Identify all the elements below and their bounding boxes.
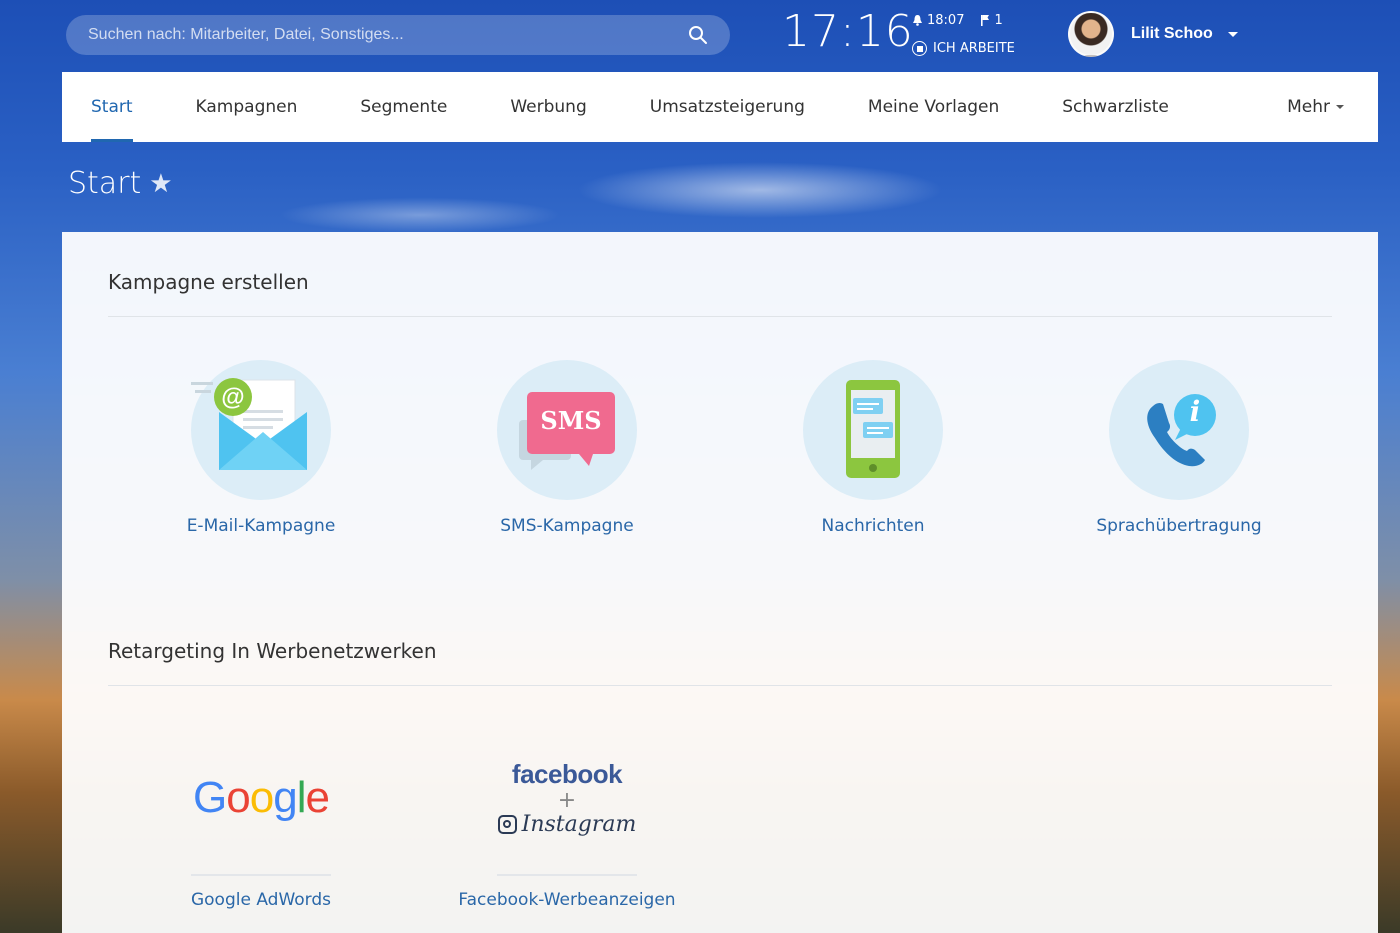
phone-info-icon[interactable]: i [1109, 360, 1249, 500]
chevron-down-icon[interactable] [1227, 31, 1238, 37]
stop-icon [912, 41, 927, 56]
content-panel: Kampagne erstellen @ E-Mail-Kampagne SMS… [62, 232, 1378, 933]
info-badge: i [1189, 395, 1201, 428]
page-title: Start ★ [68, 166, 173, 201]
clock-info: 18:07 1 ICH ARBEITE [912, 12, 1015, 56]
tab-schwarzliste[interactable]: Schwarzliste [1062, 72, 1169, 142]
section-title-campaign: Kampagne erstellen [108, 270, 309, 294]
tile-label[interactable]: SMS-Kampagne [467, 516, 667, 536]
divider [191, 874, 331, 876]
tab-segmente[interactable]: Segmente [360, 72, 447, 142]
chevron-down-icon [1336, 105, 1344, 109]
tile-label[interactable]: E-Mail-Kampagne [161, 516, 361, 536]
instagram-icon [497, 815, 517, 834]
user-menu[interactable]: Lilit Schoo [1068, 11, 1238, 57]
tile-google-adwords[interactable]: Google Google AdWords [141, 748, 381, 910]
sms-icon[interactable]: SMS [497, 360, 637, 500]
section-title-retargeting: Retargeting In Werbenetzwerken [108, 639, 437, 663]
google-logo[interactable]: Google [141, 748, 381, 848]
work-status-label: ICH ARBEITE [933, 41, 1015, 56]
main-nav: Start Kampagnen Segmente Werbung Umsatzs… [62, 72, 1378, 142]
tile-facebook-ads[interactable]: facebook + Instagram Facebook-Werbeanzei… [447, 748, 687, 910]
tile-sms-campaign[interactable]: SMS SMS-Kampagne [467, 360, 667, 536]
flag-count: 1 [994, 12, 1003, 28]
search-bar[interactable]: Suchen nach: Mitarbeiter, Datei, Sonstig… [66, 15, 730, 55]
tile-label[interactable]: Nachrichten [773, 516, 973, 536]
tile-label[interactable]: Google AdWords [141, 890, 381, 910]
search-input[interactable]: Suchen nach: Mitarbeiter, Datei, Sonstig… [88, 26, 688, 44]
tab-meine-vorlagen[interactable]: Meine Vorlagen [868, 72, 999, 142]
more-menu-button[interactable]: Mehr [1287, 72, 1344, 142]
sms-badge: SMS [540, 406, 602, 435]
work-status[interactable]: ICH ARBEITE [912, 41, 1015, 56]
divider [497, 874, 637, 876]
google-wordmark-text: Google [193, 773, 330, 822]
flag-icon [981, 15, 990, 26]
clock-time[interactable]: 17:16 [782, 6, 914, 57]
email-icon[interactable]: @ [191, 360, 331, 500]
tile-messages[interactable]: Nachrichten [773, 360, 973, 536]
tab-kampagnen[interactable]: Kampagnen [196, 72, 298, 142]
tile-email-campaign[interactable]: @ E-Mail-Kampagne [161, 360, 361, 536]
avatar[interactable] [1068, 11, 1114, 57]
google-wordmark: Google [193, 773, 330, 823]
plus-sign: + [557, 788, 577, 813]
tile-voice-broadcast[interactable]: i Sprachübertragung [1079, 360, 1279, 536]
tab-werbung[interactable]: Werbung [510, 72, 586, 142]
search-icon[interactable] [688, 25, 708, 45]
top-bar: Suchen nach: Mitarbeiter, Datei, Sonstig… [0, 0, 1400, 72]
bell-icon [913, 15, 922, 26]
divider [108, 685, 1332, 686]
divider [108, 316, 1332, 317]
svg-text:@: @ [221, 384, 244, 411]
instagram-wordmark: Instagram [521, 812, 637, 837]
star-icon[interactable]: ★ [149, 169, 172, 199]
tab-umsatzsteigerung[interactable]: Umsatzsteigerung [650, 72, 805, 142]
page-title-text: Start [68, 166, 142, 201]
tile-label[interactable]: Sprachübertragung [1079, 516, 1279, 536]
user-name[interactable]: Lilit Schoo [1131, 25, 1213, 43]
facebook-wordmark: facebook [511, 759, 623, 789]
alarm-time: 18:07 [927, 12, 965, 28]
phone-messages-icon[interactable] [803, 360, 943, 500]
tab-start[interactable]: Start [91, 72, 133, 142]
facebook-instagram-logo[interactable]: facebook + Instagram [447, 748, 687, 848]
more-label: Mehr [1287, 97, 1330, 117]
tile-label[interactable]: Facebook-Werbeanzeigen [447, 890, 687, 910]
